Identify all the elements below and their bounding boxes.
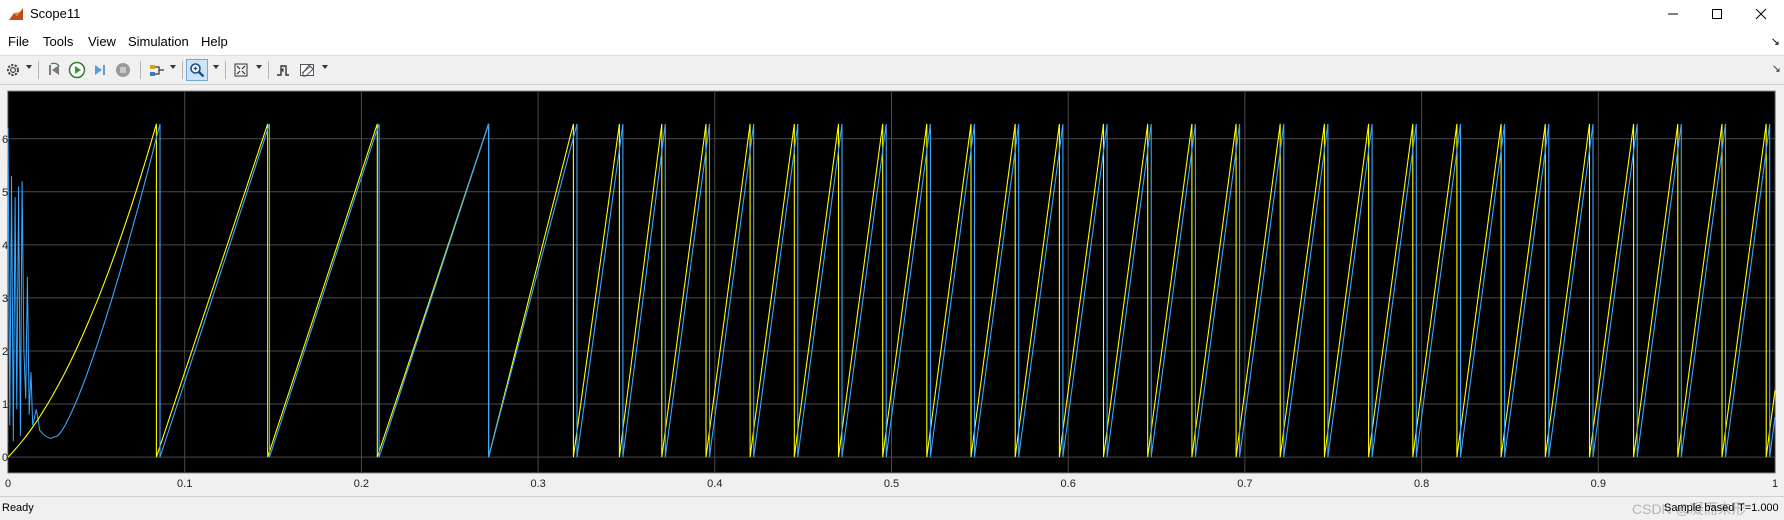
x-tick-label: 0.8 xyxy=(1414,478,1429,490)
toolbar-separator xyxy=(182,61,183,79)
step-forward-button[interactable] xyxy=(89,59,111,81)
settings-icon xyxy=(7,64,19,76)
y-tick-label: 1 xyxy=(2,399,8,411)
zoom-dropdown-icon[interactable] xyxy=(213,65,219,69)
x-tick-label: 0.2 xyxy=(354,478,369,490)
y-tick-label: 4 xyxy=(2,240,8,252)
toolbar-collapse-icon[interactable]: ↘ xyxy=(1772,62,1781,75)
zoom-button[interactable] xyxy=(186,59,208,81)
menu-file[interactable]: File xyxy=(8,34,29,49)
minimize-icon xyxy=(1668,13,1678,15)
highlight-signal-button[interactable] xyxy=(146,59,168,81)
title-bar: Scope11 xyxy=(0,0,1784,28)
close-icon xyxy=(1755,8,1767,20)
measurements-icon xyxy=(300,64,314,77)
close-button[interactable] xyxy=(1738,0,1784,28)
stop-button[interactable] xyxy=(112,59,134,81)
measurements-button[interactable] xyxy=(296,59,318,81)
x-tick-label: 0.7 xyxy=(1237,478,1252,490)
settings-dropdown-icon[interactable] xyxy=(26,65,32,69)
matlab-scope-icon xyxy=(9,8,23,20)
step-forward-icon xyxy=(95,65,105,75)
y-tick-label: 0 xyxy=(2,452,8,464)
maximize-button[interactable] xyxy=(1694,0,1740,28)
y-tick-label: 2 xyxy=(2,346,8,358)
x-tick-label: 0.9 xyxy=(1591,478,1606,490)
menu-help[interactable]: Help xyxy=(201,34,228,49)
x-tick-label: 0.3 xyxy=(530,478,545,490)
toolbar-separator xyxy=(140,61,141,79)
status-bar: Ready CSDN @凝而未形 Sample based T=1.000 xyxy=(0,496,1784,520)
x-tick-label: 0.1 xyxy=(177,478,192,490)
highlight-signal-dropdown-icon[interactable] xyxy=(170,65,176,69)
maximize-icon xyxy=(1712,9,1722,19)
run-icon xyxy=(68,61,86,79)
menu-collapse-icon[interactable]: ↘ xyxy=(1771,35,1780,48)
step-back-icon xyxy=(49,62,60,75)
minimize-button[interactable] xyxy=(1650,0,1696,28)
fit-to-view-dropdown-icon[interactable] xyxy=(256,65,262,69)
x-tick-label: 0.4 xyxy=(707,478,722,490)
scope-display: 0 0.1 0.2 0.3 0.4 0.5 0.6 0.7 0.8 0.9 1 0 1 2 3 4 5 6 xyxy=(0,85,1784,496)
toolbar-separator xyxy=(38,61,39,79)
scope-plot[interactable]: 0 0.1 0.2 0.3 0.4 0.5 0.6 0.7 0.8 0.9 1 0 1 2 3 4 5 6 xyxy=(0,85,1784,496)
toolbar-separator xyxy=(225,61,226,79)
status-time: T=1.000 xyxy=(1738,502,1779,514)
stop-icon xyxy=(116,63,130,77)
highlight-signal-icon xyxy=(150,65,164,76)
x-tick-label: 0.5 xyxy=(884,478,899,490)
fit-to-view-icon xyxy=(234,63,248,77)
status-sample-based: Sample based xyxy=(1664,502,1735,514)
triggers-icon xyxy=(277,65,289,76)
menu-bar: File Tools View Simulation Help ↘ xyxy=(0,31,1784,53)
step-back-button[interactable] xyxy=(43,59,65,81)
y-tick-label: 6 xyxy=(2,134,8,146)
x-tick-label: 0.6 xyxy=(1061,478,1076,490)
menu-simulation[interactable]: Simulation xyxy=(128,34,189,49)
status-ready: Ready xyxy=(2,502,34,514)
y-tick-label: 3 xyxy=(2,293,8,305)
x-tick-label: 1 xyxy=(1772,478,1778,490)
triggers-button[interactable] xyxy=(272,59,294,81)
toolbar-separator xyxy=(268,61,269,79)
fit-to-view-button[interactable] xyxy=(230,59,252,81)
settings-button[interactable] xyxy=(2,59,24,81)
toolbar: ↘ xyxy=(0,55,1784,85)
run-button[interactable] xyxy=(66,59,88,81)
x-tick-label: 0 xyxy=(5,478,11,490)
zoom-icon xyxy=(190,63,205,78)
menu-view[interactable]: View xyxy=(88,34,116,49)
window-title: Scope11 xyxy=(30,6,81,21)
measurements-dropdown-icon[interactable] xyxy=(322,65,328,69)
y-tick-label: 5 xyxy=(2,187,8,199)
menu-tools[interactable]: Tools xyxy=(43,34,73,49)
